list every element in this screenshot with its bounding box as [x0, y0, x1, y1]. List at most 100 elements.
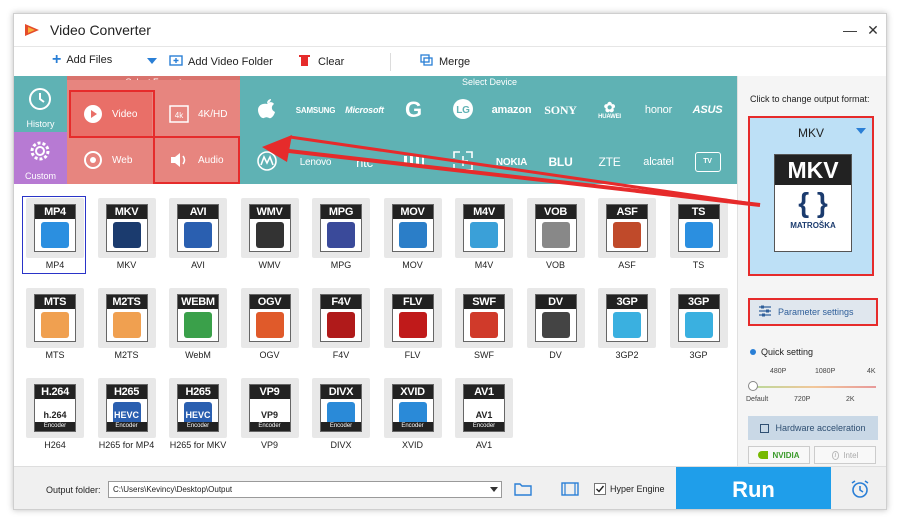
- format-item-av1[interactable]: AV1 AV1 Encoder AV1: [451, 376, 515, 454]
- format-item-xvid[interactable]: XVID Encoder XVID: [380, 376, 444, 454]
- format-item-mp4[interactable]: MP4 MP4: [22, 196, 86, 274]
- add-video-folder-button[interactable]: Add Video Folder: [169, 54, 273, 69]
- video-folder-icon[interactable]: [561, 482, 579, 501]
- device-sony[interactable]: SONY: [536, 88, 585, 132]
- device-lenovo[interactable]: Lenovo: [291, 140, 340, 184]
- format-item-ogv[interactable]: OGV OGV: [237, 286, 301, 364]
- add-files-button[interactable]: + Add Files: [52, 51, 112, 68]
- close-button[interactable]: ✕: [863, 20, 883, 40]
- hyper-engine-checkbox[interactable]: Hyper Engine: [594, 483, 665, 495]
- format-item-divx[interactable]: DIVX Encoder DIVX: [308, 376, 372, 454]
- format-item-dv[interactable]: DV DV: [523, 286, 587, 364]
- select-device-header: Select Device: [461, 77, 518, 87]
- output-folder-field[interactable]: C:\Users\Kevincy\Desktop\Output: [108, 481, 502, 498]
- device-microsoft[interactable]: Microsoft: [340, 88, 389, 132]
- format-item-h264[interactable]: H.264 h.264 Encoder H264: [22, 376, 86, 454]
- device-lg[interactable]: LG: [438, 88, 487, 132]
- device-amazon[interactable]: amazon: [487, 88, 536, 132]
- device-grid: SAMSUNG Microsoft G LG amazon SONY ✿ HUA…: [242, 88, 737, 184]
- quality-label-720p: 720P: [794, 396, 811, 403]
- custom-button[interactable]: Custom: [14, 132, 67, 184]
- caret-down-icon[interactable]: [490, 487, 498, 492]
- minimize-button[interactable]: —: [840, 20, 860, 40]
- video-highlight-box: [69, 90, 155, 138]
- output-folder-label: Output folder:: [46, 485, 101, 495]
- history-button[interactable]: History: [14, 80, 67, 132]
- format-item-m2ts[interactable]: M2TS M2TS: [94, 286, 158, 364]
- format-item-h265-for-mkv[interactable]: H265 HEVC Encoder H265 for MKV: [165, 376, 229, 454]
- hardware-acceleration-button[interactable]: Hardware acceleration: [748, 416, 878, 440]
- nvidia-icon: [758, 451, 769, 459]
- device-motorola[interactable]: [242, 140, 291, 184]
- format-item-mpg[interactable]: MPG MPG: [308, 196, 372, 274]
- clear-button[interactable]: Clear: [299, 54, 344, 69]
- format-item-mkv[interactable]: MKV MKV: [94, 196, 158, 274]
- format-icon: [684, 312, 713, 338]
- format-item-ts[interactable]: TS TS: [666, 196, 730, 274]
- format-badge-label: MOV: [392, 205, 433, 219]
- device-blu[interactable]: BLU: [536, 140, 585, 184]
- plus-icon: +: [52, 51, 62, 68]
- format-item-swf[interactable]: SWF SWF: [451, 286, 515, 364]
- format-item-flv[interactable]: FLV FLV: [380, 286, 444, 364]
- format-badge-label: F4V: [321, 295, 361, 309]
- device-blackberry[interactable]: [389, 140, 438, 184]
- add-files-dropdown[interactable]: [147, 58, 157, 64]
- device-tv[interactable]: TV: [683, 140, 732, 184]
- parameter-settings-button[interactable]: Parameter settings: [748, 298, 878, 326]
- format-item-vob[interactable]: VOB VOB: [523, 196, 587, 274]
- format-item-mov[interactable]: MOV MOV: [380, 196, 444, 274]
- format-badge-label: ASF: [607, 205, 647, 219]
- device-apple[interactable]: [242, 88, 291, 132]
- hd-category[interactable]: 4k 4K/HD: [156, 92, 238, 136]
- format-item-vp9[interactable]: VP9 VP9 Encoder VP9: [237, 376, 301, 454]
- run-button[interactable]: Run: [676, 467, 831, 509]
- device-honor[interactable]: honor: [634, 88, 683, 132]
- intel-toggle[interactable]: i Intel: [814, 446, 876, 464]
- format-item-m4v[interactable]: M4V M4V: [451, 196, 515, 274]
- format-item-mts[interactable]: MTS MTS: [22, 286, 86, 364]
- format-item-webm[interactable]: WEBM WebM: [165, 286, 229, 364]
- format-item-3gp2[interactable]: 3GP 3GP2: [594, 286, 658, 364]
- format-name: TS: [692, 260, 705, 270]
- encoder-label: Encoder: [321, 422, 361, 431]
- format-icon: [613, 312, 641, 338]
- format-item-3gp[interactable]: 3GP 3GP: [666, 286, 730, 364]
- encoder-label: Encoder: [35, 422, 75, 431]
- google-icon: G: [405, 97, 422, 122]
- caret-down-icon: [147, 58, 157, 64]
- device-htc[interactable]: htc: [340, 140, 389, 184]
- quality-slider[interactable]: [752, 386, 876, 388]
- format-badge-label: 3GP: [607, 295, 647, 309]
- format-icon: [470, 312, 498, 338]
- format-item-wmv[interactable]: WMV WMV: [237, 196, 301, 274]
- output-format-selector[interactable]: MKV MKV { } MATROŠKA: [748, 116, 874, 276]
- history-icon: [27, 86, 53, 114]
- merge-button[interactable]: Merge: [420, 54, 470, 69]
- format-badge-label: WMV: [249, 205, 290, 219]
- device-huawei[interactable]: ✿ HUAWEI: [585, 88, 634, 132]
- format-icon: [470, 222, 498, 248]
- checkbox-box[interactable]: [594, 483, 606, 495]
- format-item-avi[interactable]: AVI AVI: [165, 196, 229, 274]
- format-item-asf[interactable]: ASF ASF: [594, 196, 658, 274]
- device-alcatel[interactable]: alcatel: [634, 140, 683, 184]
- device-google[interactable]: G: [389, 88, 438, 132]
- format-badge: DIVX Encoder: [320, 384, 362, 432]
- blackberry-icon: [403, 154, 425, 171]
- web-category[interactable]: Web: [70, 138, 152, 182]
- format-badge: M2TS: [105, 294, 148, 342]
- alarm-clock-icon[interactable]: [850, 479, 870, 504]
- output-hint: Click to change output format:: [750, 94, 870, 104]
- quality-slider-thumb[interactable]: [748, 381, 758, 391]
- format-badge: 3GP: [677, 294, 720, 342]
- nvidia-toggle[interactable]: NVIDIA: [748, 446, 810, 464]
- format-item-f4v[interactable]: F4V F4V: [308, 286, 372, 364]
- device-samsung[interactable]: SAMSUNG: [291, 88, 340, 132]
- device-nokia[interactable]: NOKIA: [487, 140, 536, 184]
- format-item-h265-for-mp4[interactable]: H265 HEVC Encoder H265 for MP4: [94, 376, 158, 454]
- open-folder-icon[interactable]: [514, 482, 532, 501]
- device-asus[interactable]: ASUS: [683, 88, 732, 132]
- device-nokia-phone[interactable]: [438, 140, 487, 184]
- device-zte[interactable]: ZTE: [585, 140, 634, 184]
